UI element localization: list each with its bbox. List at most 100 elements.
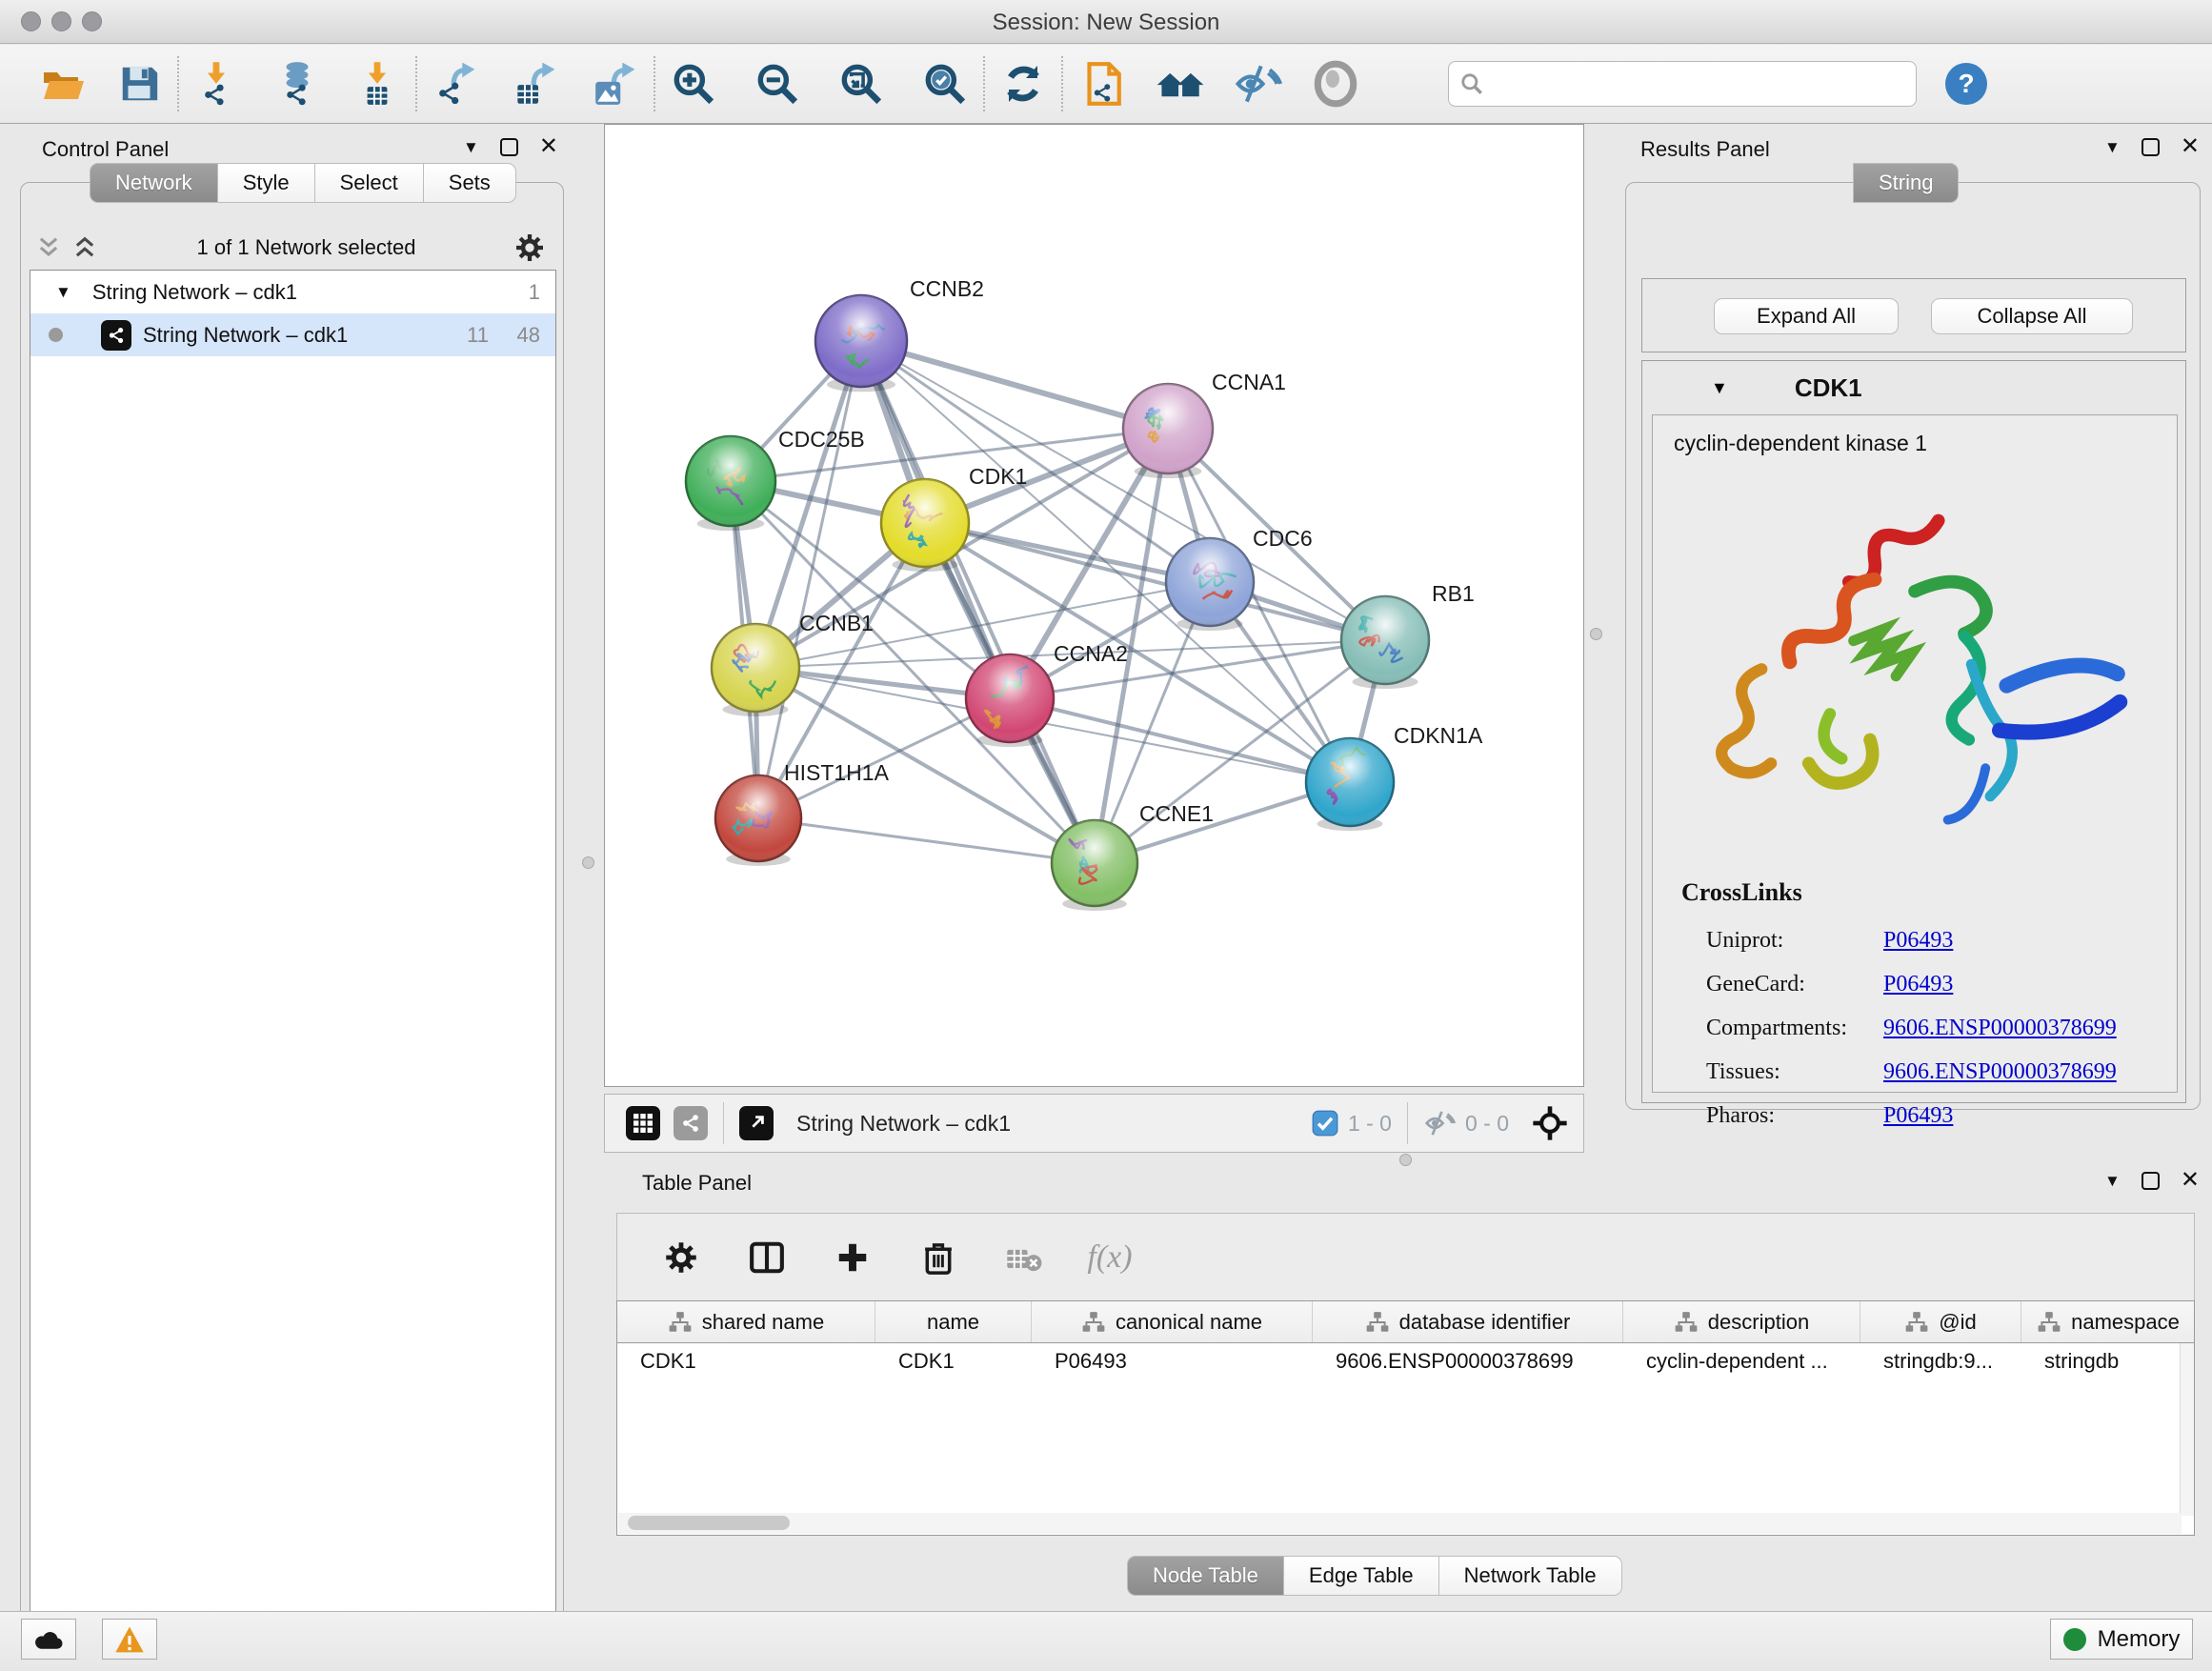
memory-button[interactable]: Memory bbox=[2050, 1619, 2193, 1660]
table-cell[interactable]: stringdb bbox=[2021, 1343, 2195, 1383]
delete-table-icon[interactable] bbox=[1002, 1236, 1046, 1279]
detach-view-icon[interactable] bbox=[739, 1106, 774, 1140]
panel-menu-icon[interactable]: ▼ bbox=[2104, 1173, 2121, 1189]
column-header[interactable]: database identifier bbox=[1313, 1301, 1623, 1342]
expand-all-button[interactable]: Expand All bbox=[1714, 298, 1899, 334]
close-panel-icon[interactable]: ✕ bbox=[2181, 1169, 2200, 1192]
table-horizontal-scrollbar[interactable] bbox=[618, 1513, 2182, 1534]
table-cell[interactable]: CDK1 bbox=[875, 1343, 1032, 1383]
zoom-selected-icon[interactable] bbox=[920, 59, 970, 109]
save-session-icon[interactable] bbox=[114, 59, 164, 109]
network-view-icon[interactable] bbox=[674, 1106, 708, 1140]
search-input[interactable] bbox=[1448, 61, 1917, 107]
tab-network-table[interactable]: Network Table bbox=[1439, 1556, 1622, 1596]
network-row[interactable]: String Network – cdk1 11 48 bbox=[30, 313, 555, 356]
gear-icon[interactable] bbox=[514, 232, 545, 263]
table-cell[interactable]: P06493 bbox=[1032, 1343, 1313, 1383]
tree-expand-icon[interactable]: ▼ bbox=[55, 283, 71, 302]
tab-network[interactable]: Network bbox=[90, 163, 218, 203]
tab-style[interactable]: Style bbox=[218, 163, 315, 203]
column-header[interactable]: namespace bbox=[2021, 1301, 2195, 1342]
network-edge[interactable] bbox=[758, 818, 1095, 863]
column-header[interactable]: description bbox=[1623, 1301, 1860, 1342]
right-splitter-handle[interactable] bbox=[1590, 628, 1602, 640]
network-node-cdkn1a[interactable]: CDKN1A bbox=[1306, 723, 1483, 831]
tab-node-table[interactable]: Node Table bbox=[1127, 1556, 1284, 1596]
delete-column-trash-icon[interactable] bbox=[916, 1236, 960, 1279]
function-builder-icon[interactable]: f(x) bbox=[1088, 1236, 1132, 1279]
crosslink-link[interactable]: 9606.ENSP00000378699 bbox=[1883, 1016, 2117, 1041]
share-document-icon[interactable] bbox=[1076, 59, 1126, 109]
bottom-splitter-handle[interactable] bbox=[1399, 1154, 1412, 1166]
panel-menu-icon[interactable]: ▼ bbox=[463, 139, 479, 155]
refresh-icon[interactable] bbox=[998, 59, 1048, 109]
close-panel-icon[interactable]: ✕ bbox=[539, 135, 558, 158]
crosslink-link[interactable]: P06493 bbox=[1883, 1103, 1953, 1129]
table-cell[interactable]: 9606.ENSP00000378699 bbox=[1313, 1343, 1623, 1383]
float-panel-icon[interactable] bbox=[2142, 138, 2160, 156]
network-node-ccnb2[interactable]: CCNB2 bbox=[815, 276, 984, 392]
entry-expand-icon[interactable]: ▼ bbox=[1711, 378, 1728, 398]
tab-edge-table[interactable]: Edge Table bbox=[1284, 1556, 1439, 1596]
table-vertical-scrollbar[interactable] bbox=[2180, 1343, 2194, 1516]
zoom-out-icon[interactable] bbox=[753, 59, 802, 109]
network-node-cdk1[interactable]: CDK1 bbox=[881, 464, 1027, 572]
preview-eye-icon[interactable] bbox=[1311, 59, 1360, 109]
import-table-file-icon[interactable] bbox=[352, 59, 402, 109]
network-edge[interactable] bbox=[861, 341, 1168, 429]
import-network-file-icon[interactable] bbox=[192, 59, 242, 109]
zoom-in-icon[interactable] bbox=[669, 59, 718, 109]
open-session-icon[interactable] bbox=[38, 59, 88, 109]
show-columns-icon[interactable] bbox=[745, 1236, 789, 1279]
tab-select[interactable]: Select bbox=[315, 163, 424, 203]
network-collection-row[interactable]: ▼ String Network – cdk1 1 bbox=[30, 271, 555, 313]
grid-view-icon[interactable] bbox=[626, 1106, 660, 1140]
entry-header[interactable]: ▼ CDK1 bbox=[1642, 361, 2185, 414]
column-header[interactable]: canonical name bbox=[1032, 1301, 1313, 1342]
column-header[interactable]: @id bbox=[1860, 1301, 2021, 1342]
network-node-hist1h1a[interactable]: HIST1H1A bbox=[715, 760, 890, 866]
network-graph[interactable]: CCNB2CCNA1CDC25BCDK1CDC6RB1CCNB1CCNA2CDK… bbox=[605, 125, 1583, 1086]
export-network-icon[interactable] bbox=[431, 59, 480, 109]
zoom-fit-icon[interactable] bbox=[836, 59, 886, 109]
crosslink-link[interactable]: P06493 bbox=[1883, 928, 1953, 954]
export-image-icon[interactable] bbox=[591, 59, 640, 109]
table-cell[interactable]: CDK1 bbox=[617, 1343, 875, 1383]
help-icon[interactable]: ? bbox=[1941, 59, 1991, 109]
hidden-eye-icon[interactable] bbox=[1423, 1109, 1456, 1137]
collapse-all-button[interactable]: Collapse All bbox=[1931, 298, 2133, 334]
selected-checkbox-icon[interactable] bbox=[1312, 1110, 1338, 1137]
table-cell[interactable]: stringdb:9... bbox=[1860, 1343, 2021, 1383]
collapse-all-icon[interactable] bbox=[35, 234, 62, 261]
network-edge[interactable] bbox=[758, 341, 861, 818]
network-canvas[interactable]: CCNB2CCNA1CDC25BCDK1CDC6RB1CCNB1CCNA2CDK… bbox=[604, 124, 1584, 1087]
tab-string[interactable]: String bbox=[1853, 163, 1959, 203]
import-network-database-icon[interactable] bbox=[272, 59, 322, 109]
column-header[interactable]: name bbox=[875, 1301, 1032, 1342]
warnings-button[interactable] bbox=[102, 1619, 157, 1660]
table-settings-gear-icon[interactable] bbox=[659, 1236, 703, 1279]
scrollbar-thumb[interactable] bbox=[628, 1516, 790, 1530]
crosslink-link[interactable]: 9606.ENSP00000378699 bbox=[1883, 1059, 2117, 1085]
edge-count: 48 bbox=[517, 323, 540, 348]
network-edge[interactable] bbox=[861, 341, 1095, 863]
expand-all-icon[interactable] bbox=[71, 234, 98, 261]
home-icon[interactable] bbox=[1155, 59, 1204, 109]
cloud-button[interactable] bbox=[21, 1619, 76, 1660]
birdseye-crosshair-icon[interactable] bbox=[1532, 1105, 1568, 1141]
table-cell[interactable]: cyclin-dependent ... bbox=[1623, 1343, 1860, 1383]
network-node-rb1[interactable]: RB1 bbox=[1341, 581, 1475, 689]
float-panel-icon[interactable] bbox=[2142, 1172, 2160, 1190]
hide-unhide-icon[interactable] bbox=[1233, 59, 1282, 109]
add-column-icon[interactable] bbox=[831, 1236, 875, 1279]
export-table-icon[interactable] bbox=[511, 59, 560, 109]
toolbar-separator bbox=[983, 56, 985, 111]
crosslink-link[interactable]: P06493 bbox=[1883, 972, 1953, 997]
tab-sets[interactable]: Sets bbox=[424, 163, 516, 203]
panel-menu-icon[interactable]: ▼ bbox=[2104, 139, 2121, 155]
float-panel-icon[interactable] bbox=[500, 138, 518, 156]
column-header[interactable]: shared name bbox=[617, 1301, 875, 1342]
close-panel-icon[interactable]: ✕ bbox=[2181, 135, 2200, 158]
table-row[interactable]: CDK1CDK1P064939606.ENSP00000378699cyclin… bbox=[617, 1343, 2194, 1383]
left-splitter-handle[interactable] bbox=[582, 856, 594, 869]
